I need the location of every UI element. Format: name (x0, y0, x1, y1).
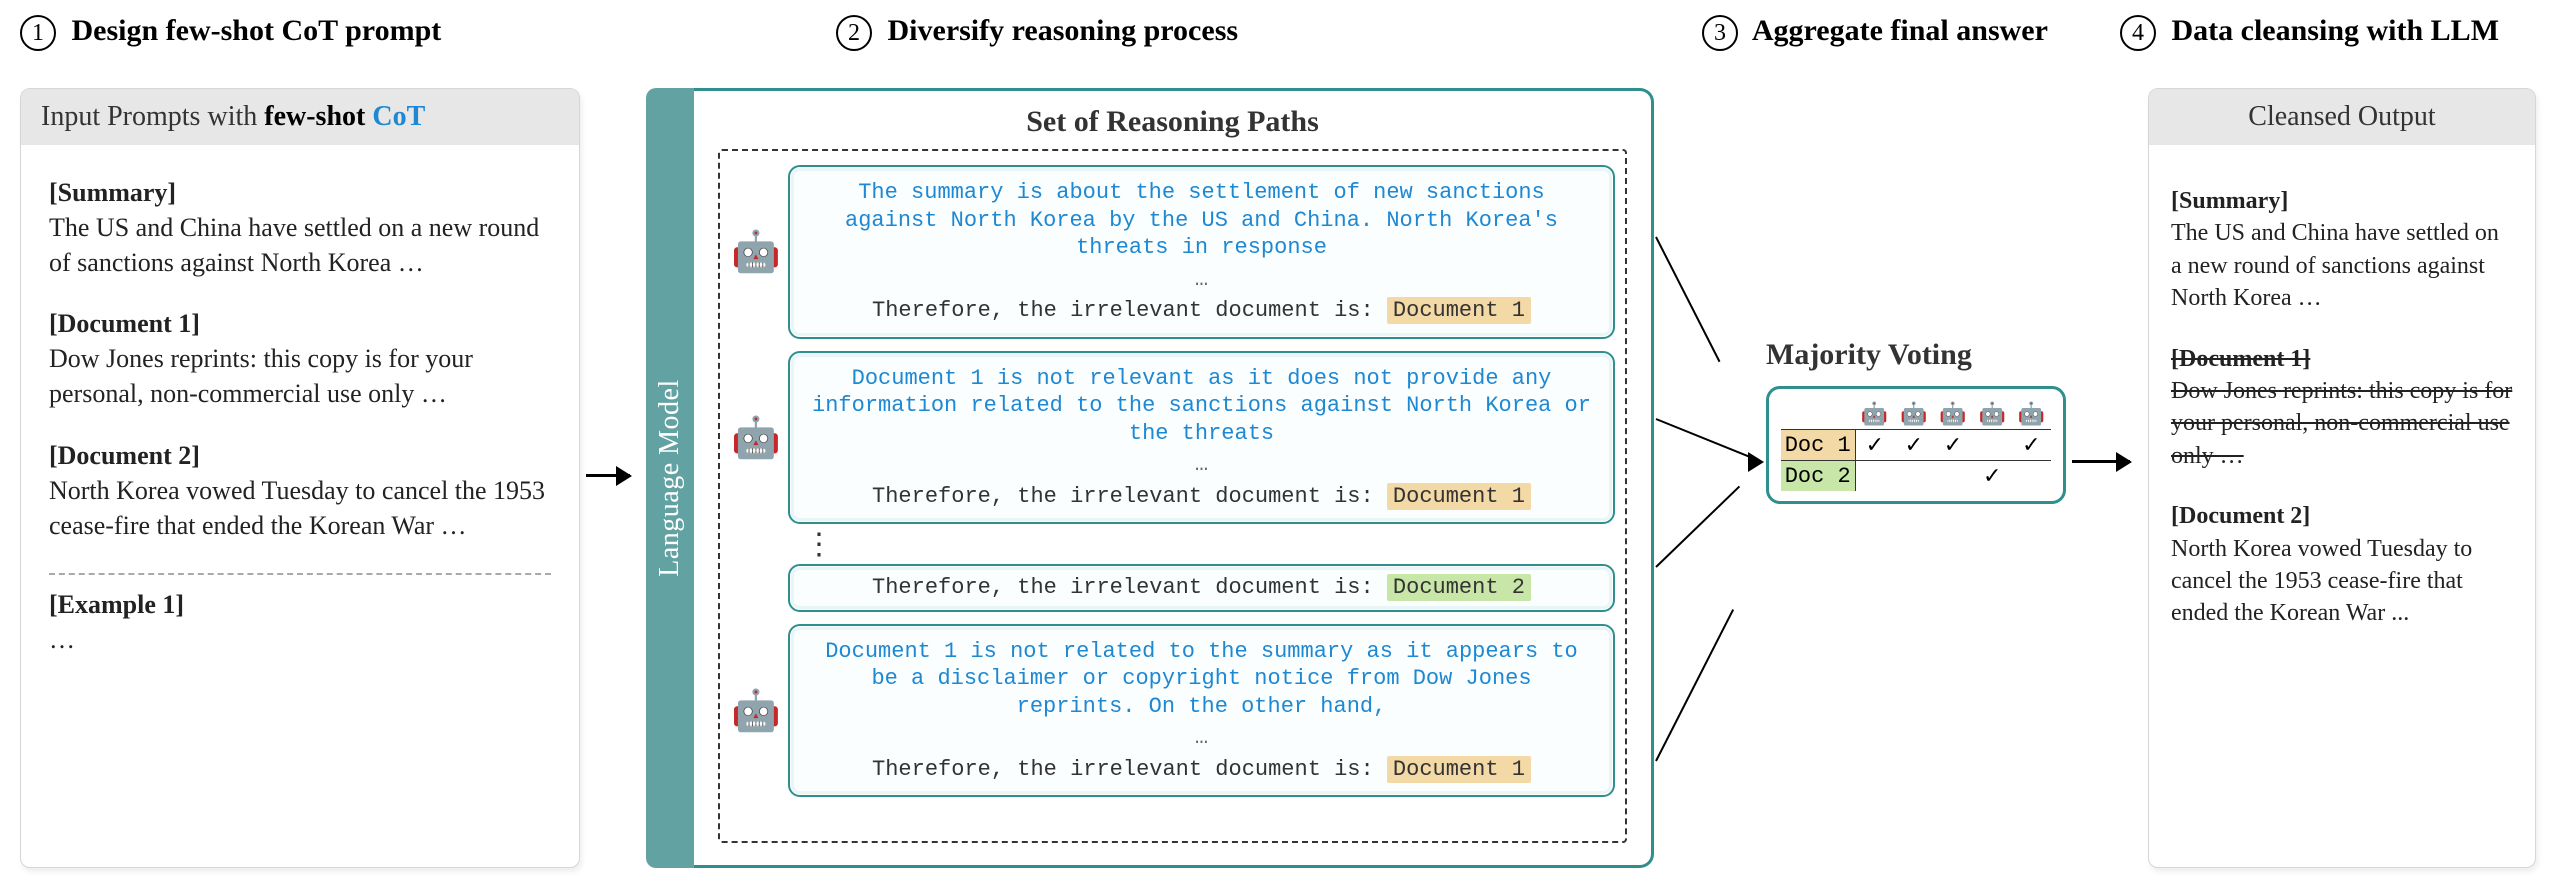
step3-num: 3 (1702, 15, 1738, 51)
conv-line-4 (1655, 609, 1734, 761)
out-doc2-h: [Document 2] (2171, 500, 2515, 532)
path-reason: Document 1 is not relevant as it does no… (812, 366, 1591, 446)
path-answer: Document 1 (1387, 297, 1531, 324)
mv-cell (1894, 461, 1933, 492)
mv-cell (1855, 461, 1894, 492)
step2-label: Diversify reasoning process (888, 14, 1239, 47)
out-doc2-t: North Korea vowed Tuesday to cancel the … (2171, 533, 2515, 630)
mv-cell (1933, 461, 1972, 492)
out-summary-t: The US and China have settled on a new r… (2171, 217, 2515, 314)
mv-cell: ✓ (2012, 430, 2051, 461)
input-title-fs: few-shot (264, 101, 372, 132)
lm-label: Language Model (654, 379, 686, 577)
step1-label: Design few-shot CoT prompt (72, 14, 442, 47)
path-reason: The summary is about the settlement of n… (845, 180, 1558, 260)
mv-hdr-robot: 🤖 (1973, 399, 2012, 430)
arrow-input-to-lm (586, 474, 630, 477)
reasoning-path-box: Therefore, the irrelevant document is: D… (788, 564, 1615, 612)
path-row: 🤖 Document 1 is not related to the summa… (730, 624, 1615, 798)
input-doc2-t: North Korea vowed Tuesday to cancel the … (49, 473, 551, 543)
step4-header: 4 Data cleansing with LLM (2120, 14, 2499, 51)
mv-cell: ✓ (1894, 430, 1933, 461)
path-conclusion: Therefore, the irrelevant document is: (872, 484, 1387, 509)
mv-cell (1973, 430, 2012, 461)
mv-cell: ✓ (1855, 430, 1894, 461)
input-title-cot: CoT (372, 101, 425, 132)
reasoning-path-box: The summary is about the settlement of n… (788, 165, 1615, 339)
path-answer: Document 1 (1387, 756, 1531, 783)
mv-hdr-robot: 🤖 (1894, 399, 1933, 430)
input-panel-title: Input Prompts with few-shot CoT (21, 89, 579, 145)
mv-title: Majority Voting (1766, 338, 1972, 372)
input-divider (49, 573, 551, 575)
robot-icon: 🤖 (730, 414, 782, 461)
mv-cell: ✓ (1933, 430, 1972, 461)
input-panel-body: [Summary] The US and China have settled … (21, 145, 579, 677)
mv-table: 🤖 🤖 🤖 🤖 🤖 Doc 1 ✓ ✓ ✓ ✓ Doc 2 ✓ (1781, 399, 2051, 491)
out-summary-h: [Summary] (2171, 185, 2515, 217)
output-title: Cleansed Output (2149, 89, 2535, 145)
mv-row-label: Doc 2 (1781, 461, 1855, 492)
input-prompts-panel: Input Prompts with few-shot CoT [Summary… (20, 88, 580, 868)
output-body: [Summary] The US and China have settled … (2149, 145, 2535, 650)
out-doc1-h: [Document 1] (2171, 343, 2515, 375)
path-reason: Document 1 is not related to the summary… (825, 639, 1578, 719)
step3-label: Aggregate final answer (1752, 14, 2048, 47)
input-title-with: with (200, 101, 264, 132)
step1-header: 1 Design few-shot CoT prompt (20, 14, 441, 51)
conv-line-1 (1655, 237, 1720, 363)
output-panel: Cleansed Output [Summary] The US and Chi… (2148, 88, 2536, 868)
input-doc1-h: [Document 1] (49, 306, 551, 341)
robot-icon: 🤖 (730, 228, 782, 275)
mv-hdr-robot: 🤖 (1933, 399, 1972, 430)
step2-header: 2 Diversify reasoning process (836, 14, 1238, 51)
conv-arrowhead (1748, 452, 1764, 472)
out-doc1-t: Dow Jones reprints: this copy is for you… (2171, 375, 2515, 472)
input-ex-t: … (49, 622, 551, 657)
path-answer: Document 2 (1387, 574, 1531, 601)
input-title-prefix: Input Prompts (41, 101, 200, 132)
conv-line-2 (1656, 418, 1761, 462)
path-ellipsis: … (808, 724, 1595, 752)
reasoning-panel: Set of Reasoning Paths 🤖 The summary is … (694, 88, 1654, 868)
step3-header: 3 Aggregate final answer (1702, 14, 2048, 51)
step2-num: 2 (836, 15, 872, 51)
path-row: 🤖 Therefore, the irrelevant document is:… (730, 564, 1615, 612)
mv-hdr-robot: 🤖 (1855, 399, 1894, 430)
mv-box: 🤖 🤖 🤖 🤖 🤖 Doc 1 ✓ ✓ ✓ ✓ Doc 2 ✓ (1766, 386, 2066, 504)
arrow-mv-to-output (2072, 460, 2130, 463)
reasoning-inner: 🤖 The summary is about the settlement of… (718, 149, 1627, 843)
mv-row: Doc 2 ✓ (1781, 461, 2051, 492)
robot-icon: 🤖 (730, 687, 782, 734)
step4-num: 4 (2120, 15, 2156, 51)
language-model-bar: Language Model (646, 88, 694, 868)
path-conclusion: Therefore, the irrelevant document is: (872, 757, 1387, 782)
step4-label: Data cleansing with LLM (2172, 14, 2500, 47)
path-answer: Document 1 (1387, 483, 1531, 510)
mv-hdr-robot: 🤖 (2012, 399, 2051, 430)
reasoning-path-box: Document 1 is not related to the summary… (788, 624, 1615, 798)
mv-row: Doc 1 ✓ ✓ ✓ ✓ (1781, 430, 2051, 461)
input-ex-h: [Example 1] (49, 587, 551, 622)
mv-cell (2012, 461, 2051, 492)
conv-line-3 (1655, 486, 1740, 568)
input-summary-h: [Summary] (49, 175, 551, 210)
input-summary-t: The US and China have settled on a new r… (49, 210, 551, 280)
mv-header-row: 🤖 🤖 🤖 🤖 🤖 (1781, 399, 2051, 430)
path-row: 🤖 The summary is about the settlement of… (730, 165, 1615, 339)
path-row: 🤖 Document 1 is not relevant as it does … (730, 351, 1615, 525)
mv-cell: ✓ (1973, 461, 2012, 492)
path-ellipsis: … (808, 451, 1595, 479)
vertical-ellipsis: ⋮ (788, 536, 1615, 554)
reasoning-title: Set of Reasoning Paths (718, 105, 1627, 139)
input-doc1-t: Dow Jones reprints: this copy is for you… (49, 341, 551, 411)
path-conclusion: Therefore, the irrelevant document is: (872, 575, 1387, 600)
reasoning-path-box: Document 1 is not relevant as it does no… (788, 351, 1615, 525)
mv-row-label: Doc 1 (1781, 430, 1855, 461)
input-doc2-h: [Document 2] (49, 438, 551, 473)
path-conclusion: Therefore, the irrelevant document is: (872, 298, 1387, 323)
path-ellipsis: … (808, 266, 1595, 294)
step1-num: 1 (20, 15, 56, 51)
